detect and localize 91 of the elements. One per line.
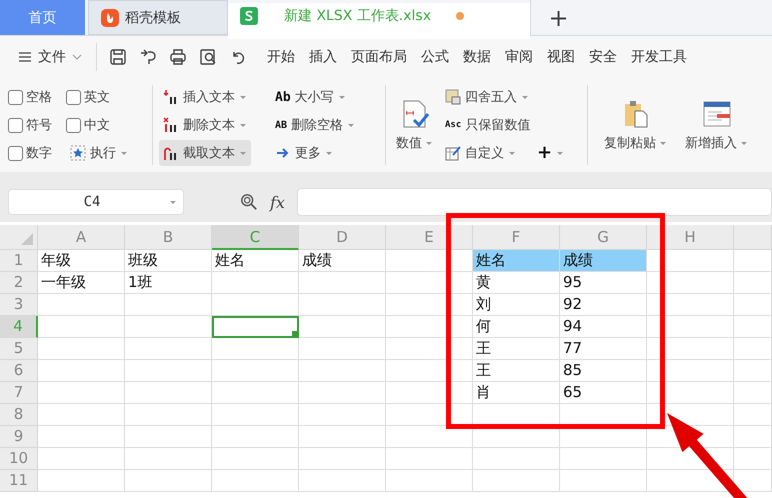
menu-tab[interactable]: 开发工具: [631, 48, 687, 66]
menu-tab[interactable]: 审阅: [505, 48, 533, 66]
menu-tab[interactable]: 公式: [421, 48, 449, 66]
text-case-icon: Ab: [275, 90, 291, 104]
zoom-icon[interactable]: [240, 193, 258, 211]
menu-tab[interactable]: 插入: [309, 48, 337, 66]
caret-icon: [239, 149, 247, 157]
table-cell: [734, 448, 772, 470]
table-cell: 77: [560, 338, 647, 360]
chevron-down-icon: [72, 52, 82, 62]
number-tool-button[interactable]: Asc 只保留数值: [441, 112, 534, 138]
function-label[interactable]: fx: [270, 192, 285, 212]
menu-icon: [18, 50, 32, 64]
checkbox[interactable]: 英文: [66, 88, 146, 106]
caret-icon: [425, 139, 433, 147]
file-menu[interactable]: 文件: [10, 48, 90, 66]
text-tool-button[interactable]: 截取文本: [159, 140, 251, 166]
text-tool-button[interactable]: Ab 大小写: [271, 84, 350, 110]
text-tool-button[interactable]: AB 删除空格: [271, 112, 360, 138]
save-icon[interactable]: [109, 48, 127, 66]
table-cell: 65: [560, 382, 647, 404]
table-cell: 何: [473, 316, 560, 338]
table-cell: [734, 382, 772, 404]
menu-tab[interactable]: 安全: [589, 48, 617, 66]
ribbon-big-button[interactable]: 新增插入: [681, 98, 752, 152]
number-tool-button[interactable]: 四舍五入: [441, 84, 533, 110]
table-cell: 班级: [125, 250, 212, 272]
table-cell: 王: [473, 360, 560, 382]
text-format-icon: Asc: [445, 120, 462, 130]
insert-text-icon: [163, 89, 179, 105]
run-button[interactable]: 执行: [66, 140, 132, 166]
table-cell: [734, 250, 772, 272]
table-cell: [734, 338, 772, 360]
table-cell: 85: [560, 360, 647, 382]
checkbox[interactable]: 数字: [8, 144, 66, 162]
table-cell: 1班: [125, 272, 212, 294]
table-cell: [734, 316, 772, 338]
table-cell: 姓名: [473, 250, 560, 272]
table-cell: 92: [560, 294, 647, 316]
export-icon[interactable]: [139, 48, 157, 66]
table-cell: 王: [473, 338, 560, 360]
edit-table-icon: [445, 145, 461, 161]
table-cell: [734, 404, 772, 426]
text-case-icon: AB: [275, 120, 288, 130]
select-all-icon: [21, 233, 33, 245]
print-icon[interactable]: [169, 48, 187, 66]
number-tool-button[interactable]: +: [532, 140, 568, 166]
table-cell: 肖: [473, 382, 560, 404]
number-tool-button[interactable]: 自定义: [441, 140, 520, 166]
table-cell: 成绩: [299, 250, 386, 272]
sheet-logo-icon: [240, 6, 258, 24]
table-cell: 成绩: [560, 250, 647, 272]
name-box[interactable]: C4: [8, 189, 184, 215]
text-tool-button[interactable]: 更多: [271, 140, 337, 166]
checkbox[interactable]: 中文: [66, 116, 146, 134]
new-tab-button[interactable]: +: [530, 0, 586, 35]
menu-tab[interactable]: 页面布局: [351, 48, 407, 66]
text-tool-button[interactable]: 插入文本: [159, 84, 251, 110]
table-cell: 年级: [38, 250, 125, 272]
menu-tab[interactable]: 视图: [547, 48, 575, 66]
caret-icon: [347, 121, 356, 129]
table-cell: [734, 294, 772, 316]
flame-logo-icon: [101, 8, 119, 26]
caret-icon: [120, 149, 128, 157]
table-cell: [734, 426, 772, 448]
table-cell: 95: [560, 272, 647, 294]
number-button[interactable]: 数值: [392, 98, 437, 152]
table-cell: 刘: [473, 294, 560, 316]
checkbox[interactable]: 符号: [8, 116, 66, 134]
caret-icon: [239, 121, 247, 129]
table-cell: 94: [560, 316, 647, 338]
selected-cell[interactable]: [212, 316, 299, 338]
extract-text-icon: [163, 145, 179, 161]
text-tool-button[interactable]: 删除文本: [159, 112, 251, 138]
table-cell: 黄: [473, 272, 560, 294]
delete-text-icon: [163, 117, 179, 133]
table-cell: [734, 272, 772, 294]
document-tab[interactable]: 稻壳模板: [88, 0, 228, 35]
table-cell: 一年级: [38, 272, 125, 294]
print-preview-icon[interactable]: [199, 48, 217, 66]
table-cell: 姓名: [212, 250, 299, 272]
caret-icon: [338, 93, 346, 101]
checkbox[interactable]: 空格: [8, 88, 66, 106]
formula-input[interactable]: [296, 188, 772, 216]
menu-tab[interactable]: 数据: [463, 48, 491, 66]
table-icon: [445, 89, 461, 105]
table-cell: [734, 360, 772, 382]
ribbon-big-button[interactable]: 复制粘贴: [600, 98, 671, 152]
caret-icon: [325, 149, 333, 157]
menu-tab[interactable]: 开始: [267, 48, 295, 66]
caret-icon: [239, 93, 247, 101]
